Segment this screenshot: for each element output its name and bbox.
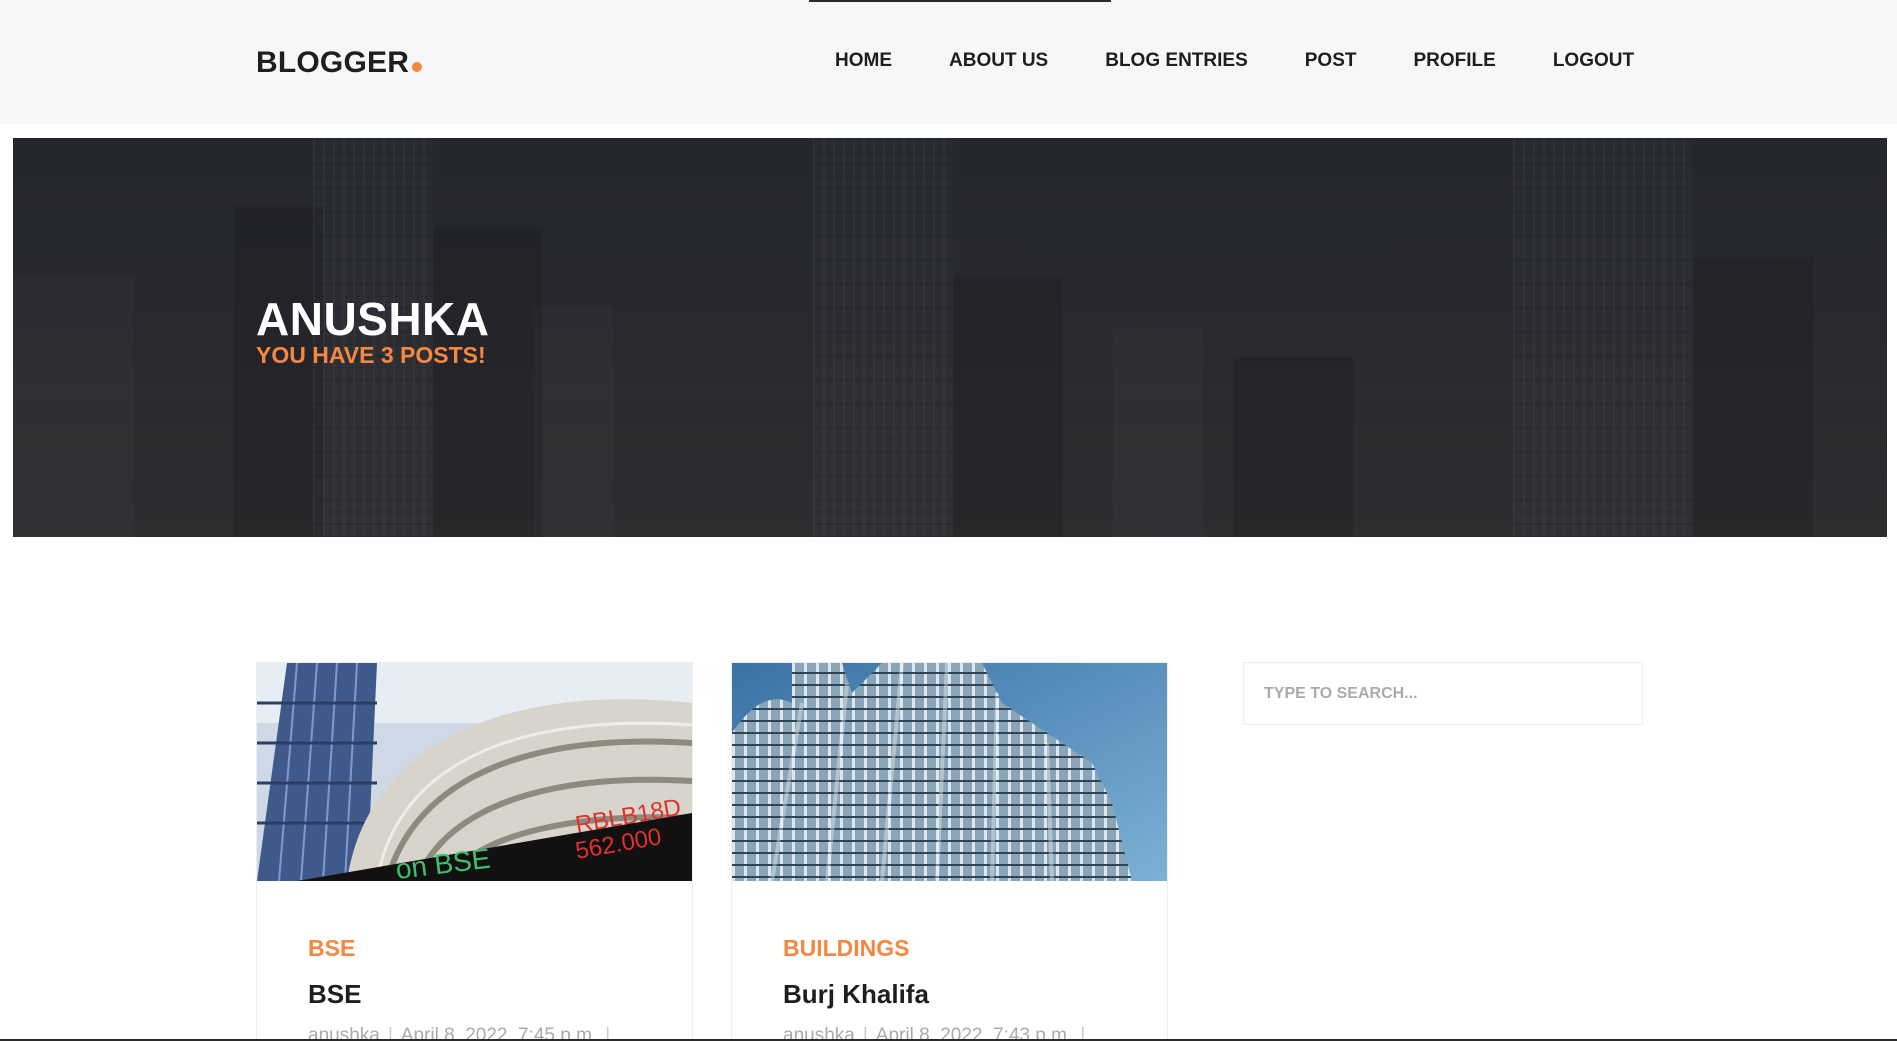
post-count-subtitle: YOU HAVE 3 POSTS! [256, 342, 486, 368]
post-category[interactable]: BSE [308, 935, 355, 962]
logo-text: BLOGGER [256, 46, 410, 79]
logo-dot-icon [412, 62, 423, 72]
sidebar-search [1243, 662, 1643, 725]
burj-khalifa-photo[interactable] [732, 663, 1167, 881]
main-nav: HOME ABOUT US BLOG ENTRIES POST PROFILE … [835, 50, 1634, 72]
nav-home[interactable]: HOME [835, 50, 892, 72]
burj-image-svg [732, 663, 1167, 881]
nav-logout[interactable]: LOGOUT [1553, 50, 1634, 72]
hero-banner: ANUSHKA YOU HAVE 3 POSTS! [13, 138, 1887, 537]
post-title[interactable]: Burj Khalifa [783, 979, 929, 1010]
nav-post[interactable]: POST [1305, 50, 1357, 72]
nav-blog-entries[interactable]: BLOG ENTRIES [1105, 50, 1248, 72]
profile-name-heading: ANUSHKA [256, 293, 490, 345]
site-logo[interactable]: BLOGGER [256, 46, 423, 80]
site-header: BLOGGER HOME ABOUT US BLOG ENTRIES POST … [0, 0, 1897, 124]
post-card[interactable]: BUILDINGS Burj Khalifa anushka | April 8, … [731, 662, 1168, 1041]
search-input[interactable] [1244, 663, 1642, 724]
post-title[interactable]: BSE [308, 979, 361, 1010]
nav-profile[interactable]: PROFILE [1413, 50, 1495, 72]
bse-building-photo[interactable]: RBLB18D 562.000 on BSE [257, 663, 692, 881]
post-card[interactable]: RBLB18D 562.000 on BSE BSE BSE anushka | A… [256, 662, 693, 1041]
nav-about-us[interactable]: ABOUT US [949, 50, 1048, 72]
post-category[interactable]: BUILDINGS [783, 935, 910, 962]
bse-image-svg: RBLB18D 562.000 on BSE [257, 663, 692, 881]
top-indicator-line [809, 0, 1111, 2]
